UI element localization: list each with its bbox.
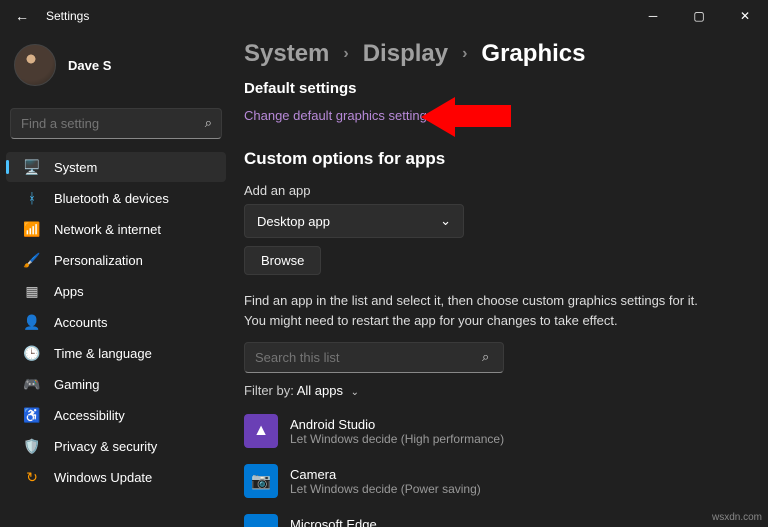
crumb-system[interactable]: System xyxy=(244,40,329,68)
sidebar-item-privacy-security[interactable]: 🛡️ Privacy & security xyxy=(6,431,226,461)
sidebar-item-accounts[interactable]: 👤 Accounts xyxy=(6,307,226,337)
sidebar-item-label: System xyxy=(54,160,97,175)
app-search-input[interactable] xyxy=(244,342,504,373)
sidebar-item-network-internet[interactable]: 📶 Network & internet xyxy=(6,214,226,244)
default-settings-heading: Default settings xyxy=(244,80,748,97)
search-icon: ⌕ xyxy=(205,115,212,131)
nav-icon: 🕒 xyxy=(24,345,40,361)
sidebar-item-label: Windows Update xyxy=(54,470,152,485)
app-list: ▲ Android StudioLet Windows decide (High … xyxy=(244,406,748,527)
window-title: Settings xyxy=(46,9,89,23)
sidebar-item-apps[interactable]: ▦ Apps xyxy=(6,276,226,306)
search-wrap: ⌕ xyxy=(10,108,222,139)
maximize-button[interactable]: ▢ xyxy=(676,0,722,32)
sidebar-item-label: Gaming xyxy=(54,377,100,392)
back-button[interactable]: ← xyxy=(10,8,34,24)
sidebar-item-accessibility[interactable]: ♿ Accessibility xyxy=(6,400,226,430)
chevron-right-icon: › xyxy=(343,45,348,63)
sidebar-item-label: Accessibility xyxy=(54,408,125,423)
crumb-display[interactable]: Display xyxy=(363,40,448,68)
custom-options-heading: Custom options for apps xyxy=(244,149,748,169)
minimize-button[interactable]: ─ xyxy=(630,0,676,32)
search-input[interactable] xyxy=(10,108,222,139)
app-sub: Let Windows decide (Power saving) xyxy=(290,482,481,496)
app-row[interactable]: 📷 CameraLet Windows decide (Power saving) xyxy=(244,456,748,506)
filter-label: Filter by: xyxy=(244,383,294,398)
sidebar-item-gaming[interactable]: 🎮 Gaming xyxy=(6,369,226,399)
window-controls: ─ ▢ ✕ xyxy=(630,0,768,32)
sidebar-item-label: Apps xyxy=(54,284,84,299)
sidebar-item-windows-update[interactable]: ↻ Windows Update xyxy=(6,462,226,492)
avatar xyxy=(14,44,56,86)
nav-icon: 🖥️ xyxy=(24,159,40,175)
main-content: System › Display › Graphics Default sett… xyxy=(244,40,768,527)
browse-button[interactable]: Browse xyxy=(244,246,321,275)
change-default-graphics-link[interactable]: Change default graphics settings xyxy=(244,108,433,123)
app-search-wrap: ⌕ xyxy=(244,342,748,373)
add-app-label: Add an app xyxy=(244,183,748,198)
sidebar-item-label: Bluetooth & devices xyxy=(54,191,169,206)
app-name: Android Studio xyxy=(290,417,504,432)
sidebar-item-label: Time & language xyxy=(54,346,152,361)
app-row[interactable]: ▲ Android StudioLet Windows decide (High … xyxy=(244,406,748,456)
user-block[interactable]: Dave S xyxy=(0,38,232,100)
help-text: Find an app in the list and select it, t… xyxy=(244,291,704,330)
filter-value: All apps xyxy=(297,383,343,398)
search-icon: ⌕ xyxy=(482,349,489,365)
nav-icon: 🛡️ xyxy=(24,438,40,454)
sidebar: Dave S ⌕ 🖥️ System ᚼ Bluetooth & devices 📶 Ne… xyxy=(0,32,232,527)
nav-icon: 🖌️ xyxy=(24,252,40,268)
nav-icon: ♿ xyxy=(24,407,40,423)
chevron-down-icon: ⌄ xyxy=(440,213,451,229)
nav: 🖥️ System ᚼ Bluetooth & devices 📶 Network & i… xyxy=(0,149,232,495)
crumb-current: Graphics xyxy=(481,40,585,68)
nav-icon: 📶 xyxy=(24,221,40,237)
sidebar-item-label: Accounts xyxy=(54,315,107,330)
app-type-dropdown[interactable]: Desktop app ⌄ xyxy=(244,204,464,238)
sidebar-item-system[interactable]: 🖥️ System xyxy=(6,152,226,182)
username: Dave S xyxy=(68,58,111,73)
nav-icon: 👤 xyxy=(24,314,40,330)
chevron-down-icon: ⌄ xyxy=(351,387,359,398)
app-name: Microsoft Edge xyxy=(290,517,481,527)
app-icon: ▲ xyxy=(244,414,278,448)
dropdown-value: Desktop app xyxy=(257,214,330,229)
chevron-right-icon: › xyxy=(462,45,467,63)
app-sub: Let Windows decide (High performance) xyxy=(290,432,504,446)
app-icon xyxy=(244,514,278,527)
nav-icon: ᚼ xyxy=(24,190,40,206)
sidebar-item-label: Network & internet xyxy=(54,222,161,237)
nav-icon: ▦ xyxy=(24,283,40,299)
sidebar-item-label: Personalization xyxy=(54,253,143,268)
sidebar-item-time-language[interactable]: 🕒 Time & language xyxy=(6,338,226,368)
sidebar-item-personalization[interactable]: 🖌️ Personalization xyxy=(6,245,226,275)
breadcrumb: System › Display › Graphics xyxy=(244,40,748,68)
sidebar-item-bluetooth-devices[interactable]: ᚼ Bluetooth & devices xyxy=(6,183,226,213)
close-button[interactable]: ✕ xyxy=(722,0,768,32)
nav-icon: ↻ xyxy=(24,469,40,485)
filter-row[interactable]: Filter by: All apps ⌄ xyxy=(244,383,748,398)
app-row[interactable]: Microsoft EdgeLet Windows decide (Power … xyxy=(244,506,748,527)
sidebar-item-label: Privacy & security xyxy=(54,439,157,454)
nav-icon: 🎮 xyxy=(24,376,40,392)
app-icon: 📷 xyxy=(244,464,278,498)
watermark: wsxdn.com xyxy=(712,512,762,523)
app-name: Camera xyxy=(290,467,481,482)
